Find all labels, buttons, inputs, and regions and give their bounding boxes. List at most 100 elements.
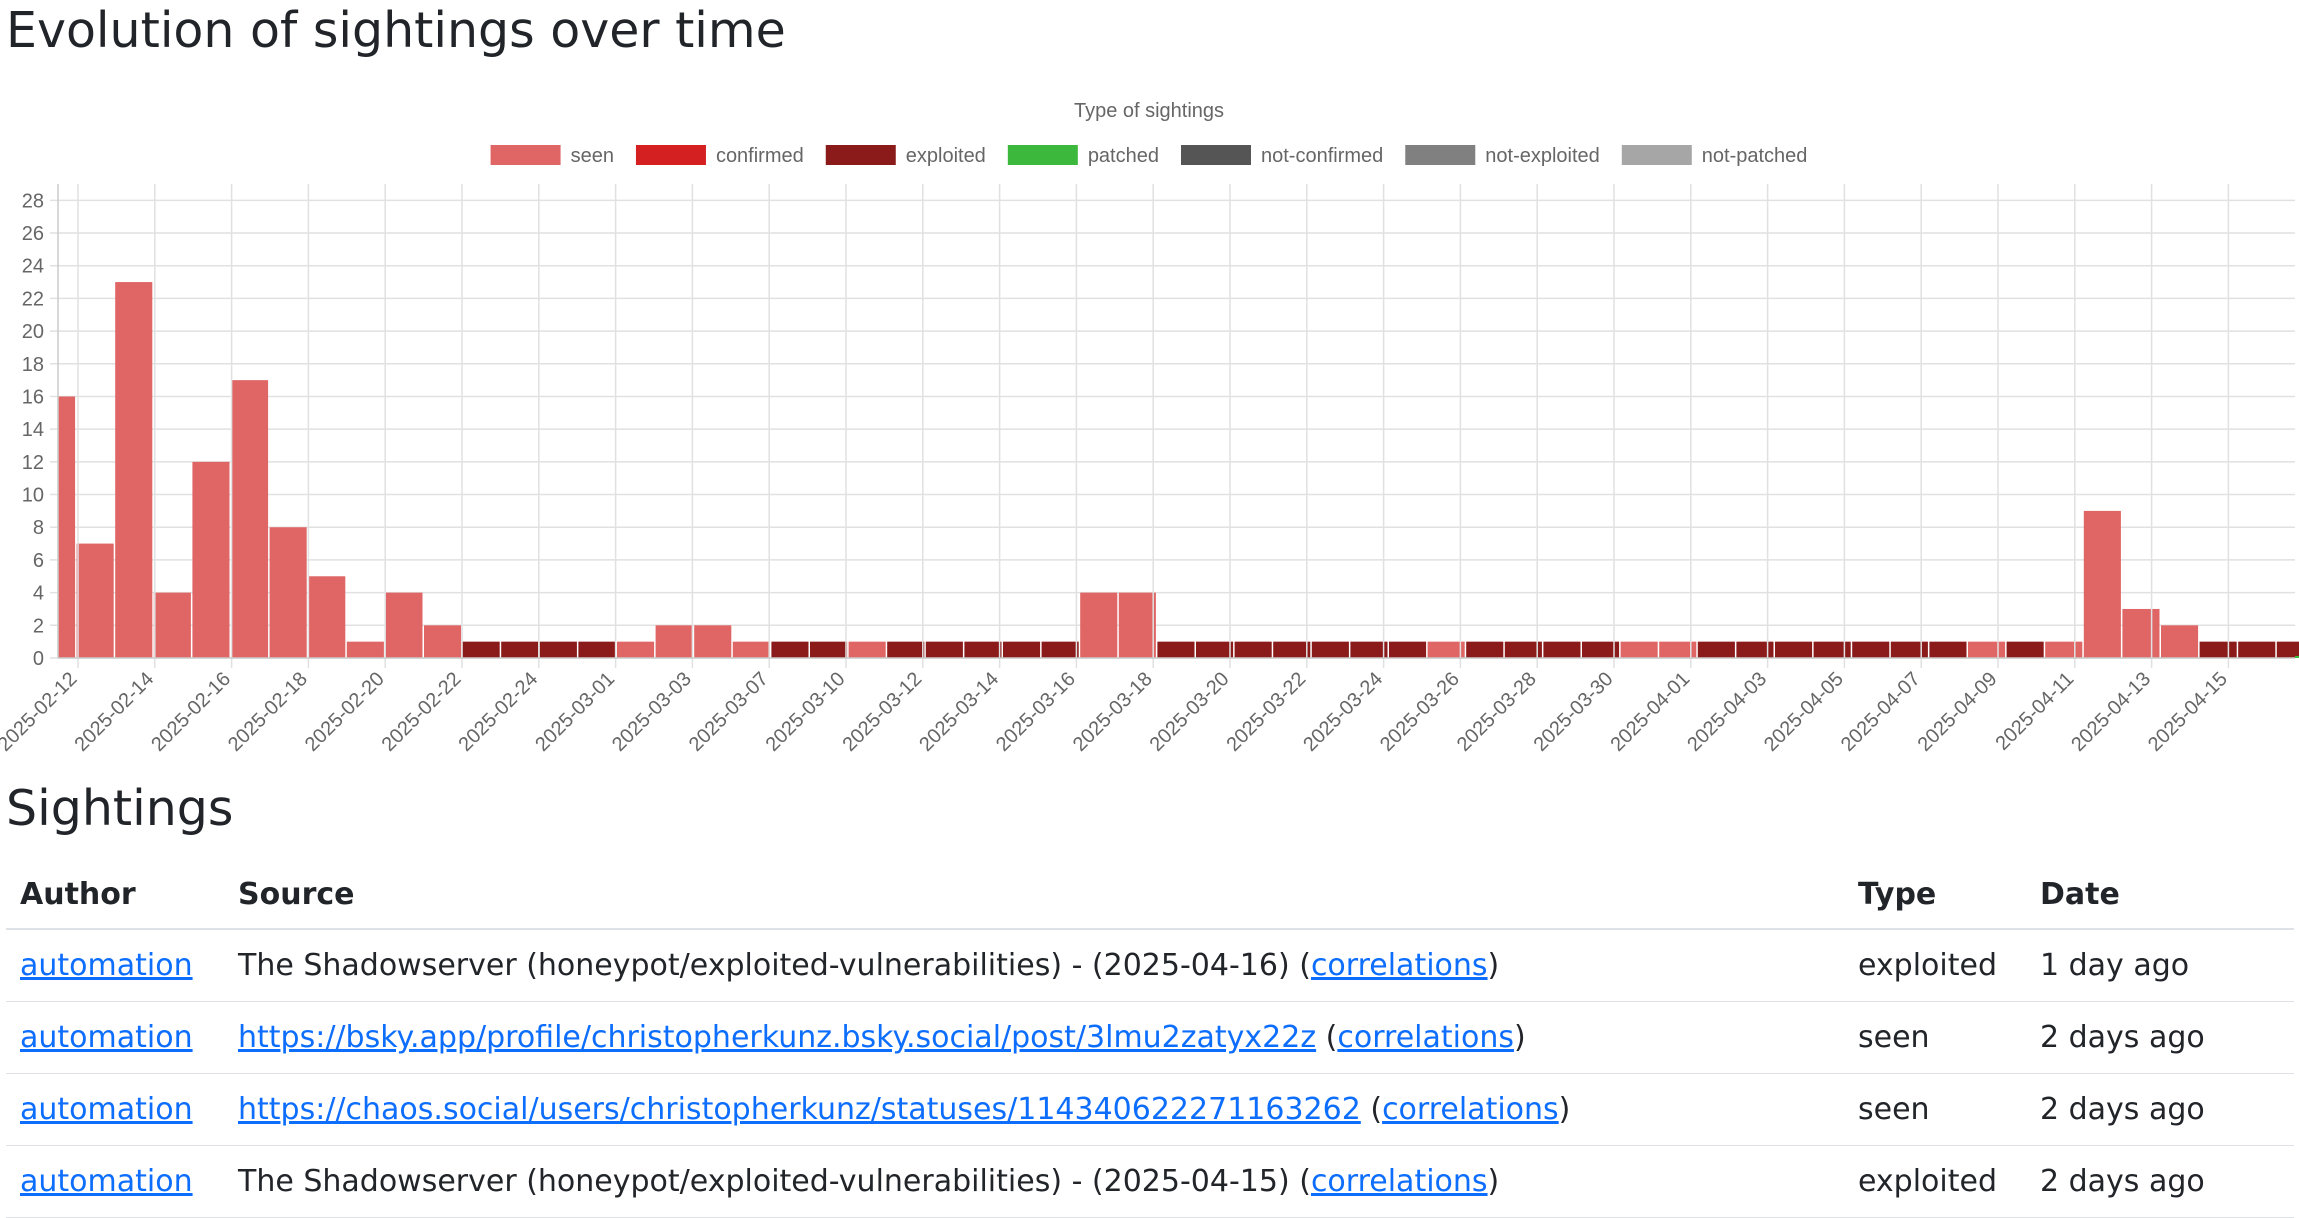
x-tick-label: 2025-03-18	[1069, 668, 1157, 756]
y-tick-label: 24	[22, 256, 44, 278]
correlations-link[interactable]: correlations	[1382, 1092, 1559, 1127]
type-cell: exploited	[1844, 1145, 2026, 1218]
bar-seen	[115, 282, 153, 658]
y-tick-label: 4	[33, 583, 44, 605]
x-tick-label: 2025-03-10	[762, 668, 850, 756]
header-author: Author	[6, 860, 224, 930]
author-cell: automation	[6, 1001, 224, 1074]
bar-exploited	[1196, 641, 1234, 658]
bar-seen	[231, 380, 269, 658]
bar-exploited	[925, 641, 963, 658]
correlations-link[interactable]: correlations	[1311, 948, 1488, 983]
y-tick-label: 6	[33, 550, 44, 572]
legend-swatch-patched	[1007, 145, 1078, 165]
bar-seen	[848, 641, 886, 658]
x-tick-label: 2025-02-16	[147, 668, 235, 756]
legend-label-seen: seen	[571, 145, 614, 167]
bar-seen	[2122, 608, 2160, 658]
y-tick-label: 20	[22, 321, 44, 343]
x-tick-label: 2025-02-12	[0, 668, 82, 756]
author-link[interactable]: automation	[20, 948, 193, 983]
bar-exploited	[1890, 641, 1928, 658]
bar-seen	[1620, 641, 1658, 658]
legend-swatch-not-exploited	[1405, 145, 1476, 165]
bar-exploited	[1157, 641, 1195, 658]
x-tick-label: 2025-02-22	[378, 668, 466, 756]
author-link[interactable]: automation	[20, 1020, 193, 1055]
date-cell: 2 days ago	[2026, 1145, 2294, 1218]
bar-seen	[385, 592, 423, 658]
x-tick-label: 2025-03-14	[915, 668, 1003, 756]
author-cell: automation	[6, 1145, 224, 1218]
x-tick-label: 2025-02-14	[70, 668, 158, 756]
bar-exploited	[2006, 641, 2044, 658]
table-row: automation https://chaos.social/users/chr…	[6, 1073, 2294, 1146]
date-cell: 2 days ago	[2026, 1001, 2294, 1074]
legend-swatch-exploited	[825, 145, 896, 165]
source-link[interactable]: https://bsky.app/profile/christopherkunz…	[238, 1020, 1316, 1055]
x-tick-label: 2025-03-01	[531, 668, 619, 756]
x-tick-label: 2025-04-15	[2144, 668, 2232, 756]
author-link[interactable]: automation	[20, 1092, 193, 1127]
bar-seen	[2083, 510, 2121, 658]
x-tick-label: 2025-03-28	[1453, 668, 1541, 756]
bar-seen	[2161, 625, 2199, 658]
source-close-paren: )	[1513, 1020, 1526, 1055]
y-tick-label: 28	[22, 190, 44, 212]
legend-title: Type of sightings	[1074, 100, 1224, 122]
source-link[interactable]: https://chaos.social/users/christopherku…	[238, 1092, 1361, 1127]
header-type: Type	[1844, 860, 2026, 930]
bar-seen	[76, 543, 114, 658]
x-tick-label: 2025-03-16	[992, 668, 1080, 756]
bar-seen	[694, 625, 732, 658]
header-source: Source	[224, 860, 1844, 930]
table-row: automation https://bsky.app/profile/chris…	[6, 1001, 2294, 1074]
x-tick-label: 2025-04-11	[1991, 668, 2078, 755]
x-tick-label: 2025-02-24	[454, 668, 542, 756]
bar-seen	[1968, 641, 2006, 658]
bar-seen	[346, 641, 384, 658]
source-cell: https://chaos.social/users/christopherku…	[224, 1073, 1844, 1146]
sightings-chart-svg: Type of sightings seen confirmed exploited p…	[0, 100, 2299, 756]
bar-exploited	[771, 641, 809, 658]
sightings-chart: Type of sightings seen confirmed exploited p…	[0, 92, 2299, 792]
x-tick-label: 2025-03-03	[608, 668, 696, 756]
y-tick-label: 2	[33, 615, 44, 637]
bar-exploited	[1389, 641, 1427, 658]
bar-seen	[269, 527, 307, 658]
source-close-paren: )	[1487, 1164, 1500, 1199]
bar-exploited	[1775, 641, 1813, 658]
chart-title: Evolution of sightings over time	[6, 2, 786, 59]
table-body: automation The Shadowserver (honeypot/exp…	[6, 929, 2294, 1218]
source-open-paren: (	[1316, 1020, 1338, 1055]
correlations-link[interactable]: correlations	[1337, 1020, 1514, 1055]
y-tick-label: 10	[22, 485, 44, 507]
legend-swatch-confirmed	[635, 145, 706, 165]
y-tick-label: 16	[22, 386, 44, 408]
date-cell: 2 days ago	[2026, 1073, 2294, 1146]
type-cell: seen	[1844, 1073, 2026, 1146]
bar-seen	[424, 625, 462, 658]
legend-swatch-not-confirmed	[1180, 145, 1251, 165]
bar-exploited	[1041, 641, 1079, 658]
bar-seen	[1080, 592, 1118, 658]
bar-exploited	[462, 641, 500, 658]
x-tick-label: 2025-04-01	[1606, 668, 1694, 756]
bar-seen	[308, 576, 346, 658]
source-open-paren: (	[1360, 1092, 1383, 1127]
type-cell: exploited	[1844, 929, 2026, 1002]
correlations-link[interactable]: correlations	[1311, 1164, 1488, 1199]
bar-exploited	[578, 641, 616, 658]
bar-exploited	[1929, 641, 1967, 658]
legend-label-not-confirmed: not-confirmed	[1261, 145, 1383, 167]
legend-swatch-seen	[490, 145, 561, 165]
author-link[interactable]: automation	[20, 1164, 193, 1199]
y-tick-label: 12	[22, 452, 44, 474]
legend-label-patched: patched	[1088, 145, 1159, 167]
x-tick-label: 2025-03-26	[1376, 668, 1464, 756]
bar-exploited	[887, 641, 925, 658]
bar-exploited	[810, 641, 848, 658]
source-cell: https://bsky.app/profile/christopherkunz…	[224, 1001, 1844, 1074]
x-tick-label: 2025-04-05	[1760, 668, 1848, 756]
bar-exploited	[1311, 641, 1349, 658]
